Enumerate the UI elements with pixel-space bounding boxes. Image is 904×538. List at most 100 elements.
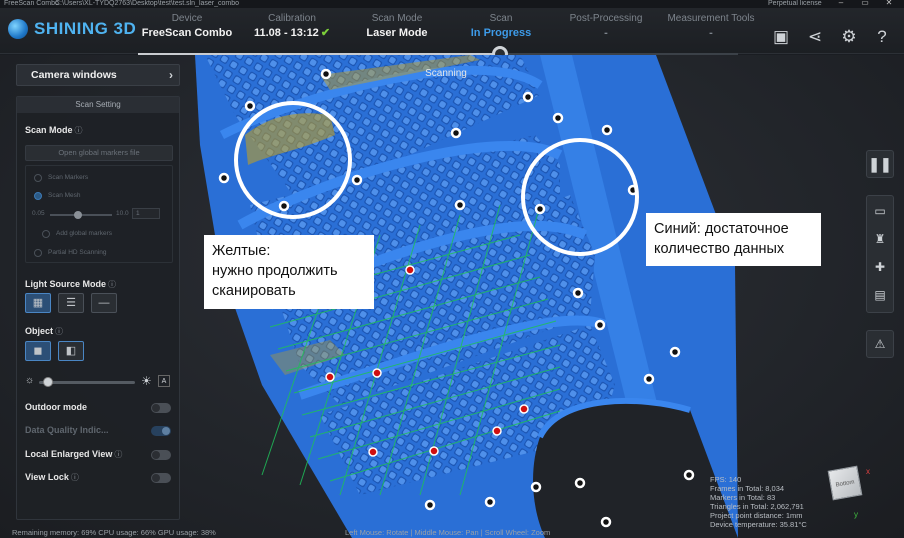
pause-toolbar: ❚❚ [866, 150, 894, 178]
callout-blue-line1: Синий: достаточное [654, 221, 789, 237]
sun-low-icon: ☼ [25, 375, 35, 386]
window-app-name: FreeScan Combo [4, 0, 59, 7]
axis-y-label: y [854, 510, 858, 519]
scan-markers-label: Scan Markers [48, 174, 89, 181]
info-icon[interactable]: ⓘ [114, 450, 122, 459]
project-path: C:\Users\XL-TYDQ2763\Desktop\test\test.s… [55, 0, 240, 7]
step-post-processing-title: Post-Processing [569, 13, 643, 24]
calibration-time: 11.08 - 13:12 [253, 27, 319, 39]
step-device-title: Device [171, 13, 203, 24]
step-measurement-tools[interactable]: Measurement Tools - [656, 12, 766, 41]
brightness-slider-track[interactable] [39, 381, 135, 384]
info-icon[interactable]: ⓘ [71, 473, 79, 482]
close-icon[interactable]: ✕ [882, 0, 896, 7]
stat-markers: Markers in Total: 83 [710, 493, 776, 502]
auto-brightness-icon[interactable]: A [158, 375, 170, 387]
puzzle-icon[interactable]: ✚ [867, 254, 893, 280]
object-text: Object [25, 326, 54, 336]
object-label: Object ⓘ [25, 326, 63, 337]
step-scan-value: In Progress [470, 27, 532, 39]
warning-icon[interactable]: ⚠ [867, 331, 893, 357]
local-enlarged-label: Local Enlarged View ⓘ [25, 449, 122, 460]
mouse-hint: Left Mouse: Rotate | Middle Mouse: Pan |… [345, 528, 551, 537]
local-enlarged-toggle[interactable] [151, 450, 171, 460]
info-icon[interactable]: ⓘ [75, 126, 83, 135]
callout-yellow-line1: Желтые: [212, 243, 271, 259]
light-single-line-button[interactable]: ― [91, 293, 117, 313]
step-measurement-tools-value: - [709, 27, 713, 39]
camera-windows-button[interactable]: Camera windows › [16, 64, 180, 86]
stat-temperature: Device temperature: 35.81°C [710, 520, 807, 529]
scan-setting-header: Scan Setting [17, 97, 179, 113]
maximize-icon[interactable]: ▭ [858, 0, 872, 7]
scan-mesh-radio[interactable] [34, 192, 42, 200]
light-source-mode-text: Light Source Mode [25, 279, 106, 289]
step-device-value: FreeScan Combo [141, 27, 233, 39]
view-lock-toggle[interactable] [151, 473, 171, 483]
sun-high-icon: ☀ [141, 374, 152, 388]
warning-toolbar: ⚠ [866, 330, 894, 358]
partial-hd-checkbox[interactable] [34, 249, 42, 257]
info-icon[interactable]: ⓘ [108, 280, 116, 289]
scan-mode-options: Scan Markers Scan Mesh 0.05 10.0 1 Add g… [25, 165, 173, 263]
data-quality-label: Data Quality Indic... [25, 425, 109, 435]
object-transparent-cube-button[interactable]: ◧ [58, 341, 84, 361]
scan-setting-panel: Scan Setting Scan Mode ⓘ Open global mark… [16, 96, 180, 520]
callout-blue: Синий: достаточное количество данных [646, 213, 821, 266]
minimize-icon[interactable]: – [834, 0, 848, 7]
partial-hd-label: Partial HD Scanning [48, 249, 107, 256]
open-global-markers-button[interactable]: Open global markers file [25, 145, 173, 161]
resolution-input[interactable]: 1 [132, 208, 160, 219]
checkmark-icon: ✔ [320, 27, 331, 39]
clean-brush-icon[interactable]: ♜ [867, 226, 893, 252]
callout-yellow: Желтые: нужно продолжить сканировать [204, 235, 374, 309]
logo-mark-icon [8, 19, 28, 39]
brightness-slider-knob[interactable] [43, 377, 53, 387]
scan-mode-text: Scan Mode [25, 125, 73, 135]
logo-text: SHINING 3D [34, 19, 137, 38]
light-source-mode-label: Light Source Mode ⓘ [25, 279, 116, 290]
step-scan[interactable]: Scan In Progress [446, 12, 556, 41]
save-icon[interactable]: ▭ [867, 198, 893, 224]
resolution-max: 10.0 [116, 210, 129, 217]
step-scan-mode[interactable]: Scan Mode Laser Mode [342, 12, 452, 41]
edit-toolbar: ▭ ♜ ✚ ▤ [866, 195, 894, 313]
camera-windows-label: Camera windows [31, 69, 117, 81]
view-lock-text: View Lock [25, 472, 69, 482]
outdoor-mode-toggle[interactable] [151, 403, 171, 413]
object-solid-cube-button[interactable]: ◼ [25, 341, 51, 361]
step-post-processing[interactable]: Post-Processing - [551, 12, 661, 41]
axis-x-label: x [866, 467, 870, 476]
chevron-right-icon: › [169, 68, 173, 82]
resolution-min: 0.05 [32, 210, 45, 217]
pause-icon[interactable]: ❚❚ [867, 151, 893, 177]
add-global-markers-label: Add global markers [56, 230, 112, 237]
info-icon[interactable]: ⓘ [55, 327, 63, 336]
callout-yellow-line3: сканировать [212, 283, 296, 299]
scan-stats: FPS: 140 Frames in Total: 8,034 Markers … [710, 475, 807, 529]
add-global-markers-checkbox[interactable] [42, 230, 50, 238]
outdoor-mode-label: Outdoor mode [25, 402, 87, 412]
data-quality-toggle[interactable] [151, 426, 171, 436]
shining3d-logo: SHINING 3D [8, 17, 136, 41]
delete-icon[interactable]: ▤ [867, 282, 893, 308]
scan-mode-label: Scan Mode ⓘ [25, 125, 83, 136]
license-label: Perpetual license [768, 0, 822, 7]
record-icon[interactable]: ▣ [768, 26, 794, 48]
resolution-slider-knob[interactable] [74, 211, 82, 219]
gear-icon[interactable]: ⚙ [836, 26, 862, 48]
brightness-control: ☼ ☀ A [25, 374, 175, 389]
title-bar: FreeScan Combo C:\Users\XL-TYDQ2763\Desk… [0, 0, 904, 8]
light-parallel-lines-button[interactable]: ☰ [58, 293, 84, 313]
scan-markers-radio[interactable] [34, 174, 42, 182]
share-icon[interactable]: ⋖ [802, 26, 828, 48]
stat-triangles: Triangles in Total: 2,062,791 [710, 502, 804, 511]
step-calibration[interactable]: Calibration 11.08 - 13:12 ✔ [237, 12, 347, 41]
resource-status: Remaining memory: 69% CPU usage: 66% GPU… [12, 528, 216, 537]
view-cube[interactable]: Bottom [827, 465, 863, 501]
help-icon[interactable]: ? [869, 26, 895, 48]
step-scan-mode-title: Scan Mode [371, 13, 423, 24]
freescan-app: FreeScan Combo C:\Users\XL-TYDQ2763\Desk… [0, 0, 904, 538]
light-cross-grid-button[interactable]: ▦ [25, 293, 51, 313]
step-device[interactable]: Device FreeScan Combo [132, 12, 242, 41]
